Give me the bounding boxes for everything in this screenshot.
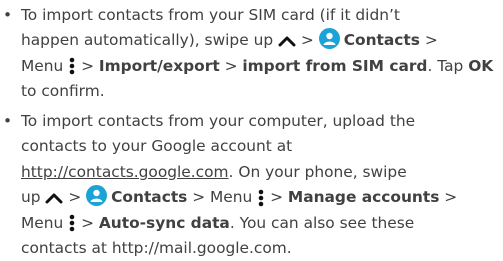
text-line: To import contacts from your computer, u…: [21, 112, 416, 130]
text-line: happen automatically), swipe up > Contac…: [21, 28, 500, 53]
contacts-google-link[interactable]: http://contacts.google.com: [21, 163, 229, 181]
contacts-app-icon: [318, 28, 340, 50]
text-line: To import contacts from your SIM card (i…: [21, 6, 400, 24]
chevron-up-icon: [278, 36, 296, 47]
more-vert-icon: [258, 189, 264, 207]
bullet-item-computer-import: • To import contacts from your computer,…: [0, 109, 500, 261]
text-line: Menu > Import/export > import from SIM c…: [21, 56, 494, 75]
text-line: up > Contacts > Menu > Manage accounts >: [21, 185, 500, 210]
text-line: Menu > Auto-sync data. You can also see …: [21, 213, 415, 232]
contacts-label: Contacts: [343, 31, 420, 50]
more-vert-icon: [69, 214, 75, 232]
text-line: contacts at http://mail.google.com.: [21, 239, 292, 258]
bullet-marker: •: [3, 112, 13, 130]
more-vert-icon: [69, 58, 75, 75]
text-line: contacts to your Google account at: [21, 137, 293, 156]
contacts-app-icon: [86, 185, 108, 207]
text-line: http://contacts.google.com. On your phon…: [21, 162, 407, 181]
text-line: to confirm.: [21, 82, 105, 101]
bullet-item-sim-import: • To import contacts from your SIM card …: [0, 3, 500, 105]
bullet-marker: •: [3, 6, 13, 24]
chevron-up-icon: [45, 193, 63, 204]
